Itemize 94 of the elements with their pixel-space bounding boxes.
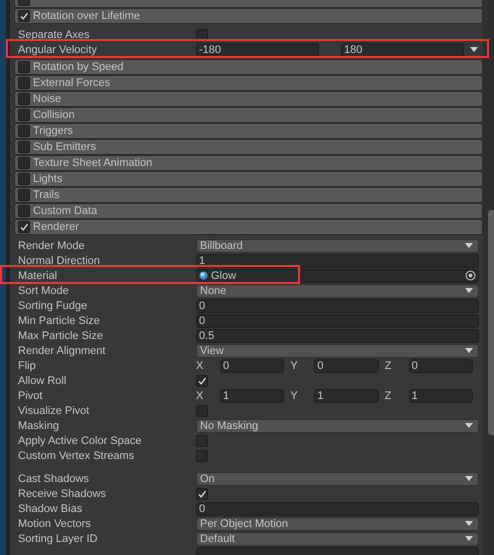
- module-header[interactable]: External Forces: [14, 75, 483, 91]
- checkbox[interactable]: [196, 434, 208, 446]
- module-header[interactable]: Lights: [14, 171, 483, 187]
- dropdown[interactable]: Default: [196, 532, 479, 546]
- checkbox[interactable]: [18, 205, 30, 217]
- property-label: Allow Roll: [18, 374, 68, 386]
- number-field[interactable]: -180: [196, 42, 319, 56]
- checkbox[interactable]: [18, 189, 30, 201]
- checkbox[interactable]: [18, 61, 30, 73]
- property-label: Sorting Fudge: [18, 300, 88, 312]
- checkbox[interactable]: [196, 404, 208, 416]
- property-label: Sort Mode: [18, 284, 70, 296]
- checkbox[interactable]: [18, 221, 30, 233]
- number-field[interactable]: 0: [196, 314, 479, 328]
- property-label: Custom Vertex Streams: [18, 450, 136, 462]
- number-field[interactable]: 0: [314, 358, 379, 372]
- number-field[interactable]: 0: [196, 298, 479, 312]
- dropdown[interactable]: Billboard: [196, 238, 479, 252]
- caret-icon: [465, 348, 473, 354]
- checkbox[interactable]: [196, 450, 208, 462]
- property-label: Shadow Bias: [18, 502, 84, 514]
- module-header[interactable]: Custom Data: [14, 203, 483, 219]
- checkbox[interactable]: [18, 173, 30, 185]
- checkbox[interactable]: [18, 157, 30, 169]
- property-label: Render Mode: [18, 240, 86, 252]
- number-field[interactable]: 1: [220, 388, 284, 402]
- checkbox[interactable]: [18, 77, 30, 89]
- property-label: Normal Direction: [18, 254, 101, 266]
- number-field[interactable]: 180: [341, 42, 464, 56]
- module-header[interactable]: Noise: [14, 91, 483, 107]
- axis-label: Y: [290, 390, 299, 402]
- checkbox[interactable]: [18, 125, 30, 137]
- axis-label: Z: [384, 360, 392, 372]
- axis-label: Y: [290, 360, 299, 372]
- number-field[interactable]: 0: [408, 358, 473, 372]
- property-label: Pivot: [18, 390, 44, 402]
- module-header[interactable]: Collision: [14, 107, 483, 123]
- property-label: Cast Shadows: [18, 472, 90, 484]
- property-label: Masking: [18, 420, 60, 432]
- dropdown[interactable]: View: [196, 344, 479, 358]
- module-header[interactable]: Rotation by Speed: [14, 59, 483, 75]
- property-label: Visualize Pivot: [18, 404, 90, 416]
- module-header[interactable]: Renderer: [14, 219, 483, 235]
- sphere-icon: [199, 271, 208, 280]
- property-label: Apply Active Color Space: [18, 434, 143, 446]
- module-header[interactable]: Trails: [14, 187, 483, 203]
- number-field[interactable]: 0: [196, 502, 479, 516]
- caret-icon: [465, 536, 473, 542]
- number-field[interactable]: 1: [196, 254, 479, 268]
- caret-icon: [465, 520, 473, 526]
- module-header[interactable]: Texture Sheet Animation: [14, 155, 483, 171]
- caret-icon: [465, 476, 473, 482]
- checkbox[interactable]: [18, 10, 30, 22]
- module-header[interactable]: Rotation over Lifetime: [14, 8, 483, 24]
- property-label: Flip: [18, 360, 37, 372]
- axis-label: Z: [384, 390, 392, 402]
- caret-icon: [465, 288, 473, 294]
- object-field[interactable]: Glow: [196, 268, 479, 282]
- property-label: Sorting Layer ID: [18, 532, 98, 544]
- caret-icon: [465, 242, 473, 248]
- dropdown[interactable]: On: [196, 472, 479, 486]
- dropdown[interactable]: Per Object Motion: [196, 516, 479, 530]
- number-field[interactable]: 1: [314, 388, 379, 402]
- checkbox[interactable]: [196, 374, 208, 386]
- number-field[interactable]: 0: [220, 358, 284, 372]
- checkbox[interactable]: [18, 109, 30, 121]
- checkbox[interactable]: [18, 93, 30, 105]
- checkbox[interactable]: [196, 28, 208, 40]
- checkmark-icon: [197, 488, 207, 498]
- property-label: Render Alignment: [18, 344, 106, 356]
- dropdown[interactable]: No Masking: [196, 418, 479, 432]
- caret-icon[interactable]: [470, 46, 478, 52]
- scrollbar-thumb[interactable]: [488, 210, 494, 435]
- axis-label: X: [196, 390, 204, 402]
- dropdown[interactable]: None: [196, 284, 479, 298]
- property-label: Material: [18, 270, 58, 282]
- property-label: Min Particle Size: [18, 314, 101, 326]
- number-field[interactable]: 1: [408, 388, 473, 402]
- property-label: Separate Axes: [18, 28, 91, 40]
- checkbox[interactable]: [18, 141, 30, 153]
- module-header[interactable]: Triggers: [14, 123, 483, 139]
- number-field[interactable]: 0.5: [196, 328, 479, 342]
- checkmark-icon: [19, 11, 29, 21]
- property-label: Max Particle Size: [18, 330, 104, 342]
- checkbox[interactable]: [196, 488, 208, 500]
- property-label: Receive Shadows: [18, 488, 108, 500]
- property-label: Angular Velocity: [18, 44, 98, 56]
- caret-icon: [465, 422, 473, 428]
- checkmark-icon: [19, 222, 29, 232]
- checkmark-icon: [197, 376, 207, 386]
- axis-label: X: [196, 360, 204, 372]
- property-label: Motion Vectors: [18, 518, 92, 530]
- target-icon[interactable]: [465, 270, 476, 281]
- module-header[interactable]: Sub Emitters: [14, 139, 483, 155]
